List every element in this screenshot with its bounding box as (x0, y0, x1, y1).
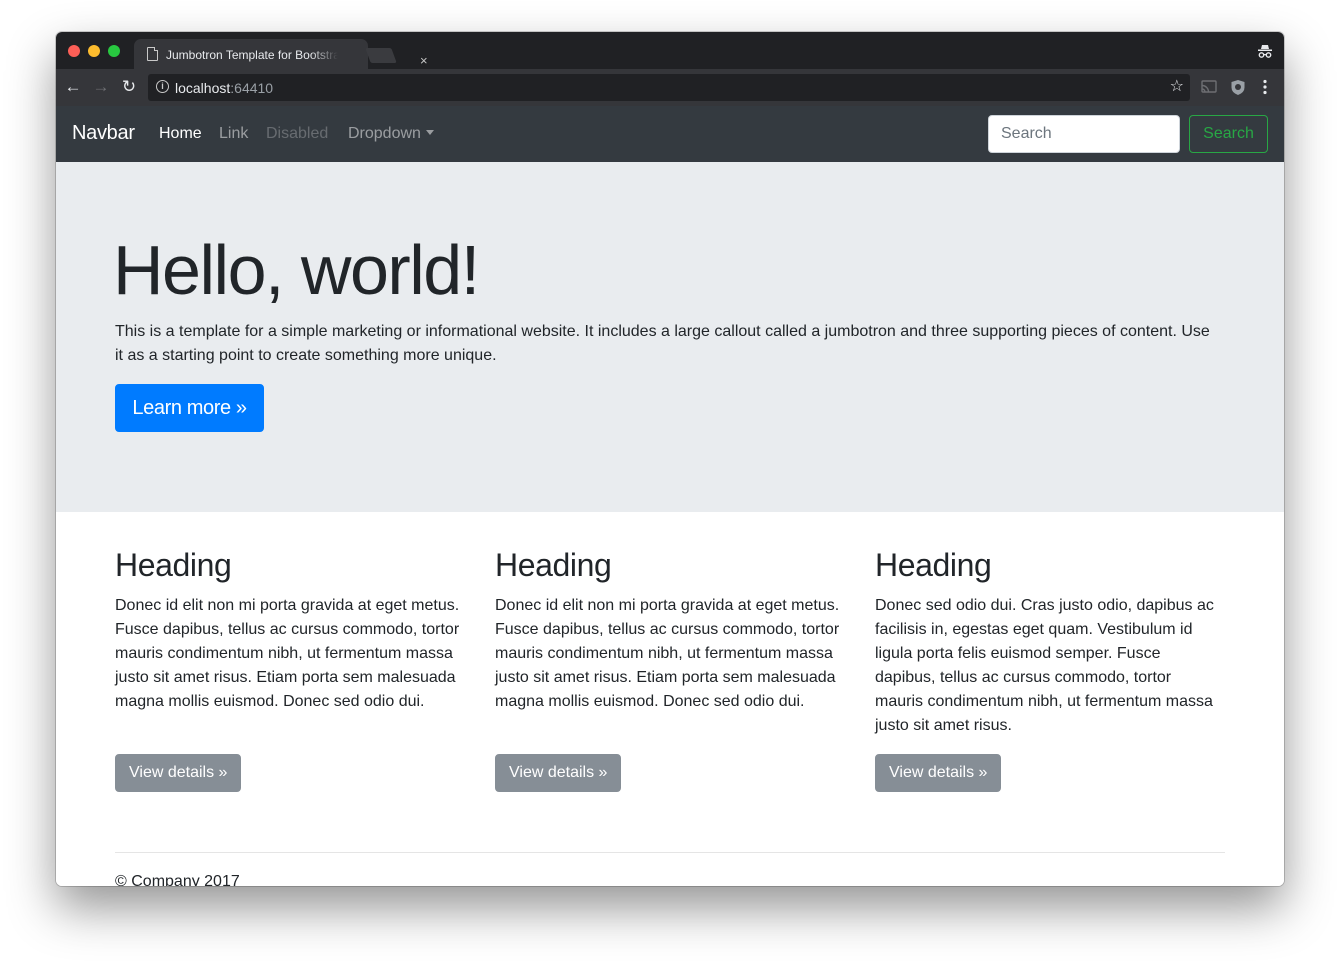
star-icon[interactable]: ☆ (1170, 78, 1184, 96)
browser-window: Jumbotron Template for Bootstrap × ← → ↻… (56, 32, 1284, 886)
back-icon[interactable]: ← (64, 78, 82, 96)
jumbotron: Hello, world! This is a template for a s… (56, 162, 1284, 512)
tab-strip: Jumbotron Template for Bootstrap × (56, 32, 1284, 69)
address-bar[interactable]: i localhost:64410 ☆ (148, 74, 1190, 101)
footer-text: © Company 2017 (115, 873, 240, 886)
reload-icon[interactable]: ↻ (120, 78, 138, 96)
navbar-brand[interactable]: Navbar (72, 121, 135, 145)
nav-link-disabled: Disabled (266, 125, 329, 142)
learn-more-button[interactable]: Learn more » (115, 384, 264, 432)
nav-dropdown-label: Dropdown (348, 125, 421, 142)
search-button[interactable]: Search (1189, 115, 1268, 153)
caret-down-icon (425, 130, 434, 135)
minimize-window-button[interactable] (88, 45, 100, 57)
url-host: localhost (175, 80, 231, 96)
column-text: Donec id elit non mi porta gravida at eg… (495, 597, 840, 710)
jumbotron-title: Hello, world! (113, 231, 480, 309)
maximize-window-button[interactable] (108, 45, 120, 57)
browser-tab[interactable]: Jumbotron Template for Bootstrap × (134, 39, 428, 69)
navbar: Navbar Home Link Disabled Dropdown Searc… (56, 106, 1284, 162)
extension-icon[interactable] (1230, 79, 1246, 96)
content-column-3: Heading Donec sed odio dui. Cras justo o… (875, 546, 1220, 792)
forward-icon[interactable]: → (92, 78, 110, 96)
content-column-2: Heading Donec id elit non mi porta gravi… (495, 546, 840, 792)
view-details-button[interactable]: View details » (115, 754, 242, 792)
search-input[interactable] (988, 115, 1180, 153)
jumbotron-text: This is a template for a simple marketin… (115, 323, 1210, 364)
url-port: :64410 (230, 80, 274, 96)
nav-link-home[interactable]: Home (159, 124, 202, 144)
browser-toolbar: ← → ↻ i localhost:64410 ☆ (56, 69, 1284, 106)
column-heading: Heading (875, 547, 992, 583)
document-icon (147, 47, 158, 61)
column-heading: Heading (115, 547, 232, 583)
cast-icon[interactable] (1201, 80, 1217, 94)
view-details-button[interactable]: View details » (875, 754, 1002, 792)
url-text[interactable]: localhost:64410 (175, 79, 273, 97)
column-text: Donec id elit non mi porta gravida at eg… (115, 597, 460, 710)
menu-icon[interactable] (1262, 79, 1268, 95)
nav-link-link[interactable]: Link (219, 124, 248, 144)
tab-title: Jumbotron Template for Bootstrap (166, 48, 338, 62)
incognito-icon (1258, 45, 1272, 58)
column-text: Donec sed odio dui. Cras justo odio, dap… (875, 597, 1214, 734)
content-column-1: Heading Donec id elit non mi porta gravi… (115, 546, 460, 792)
info-icon[interactable]: i (156, 80, 169, 93)
footer-divider (115, 852, 1225, 853)
close-window-button[interactable] (68, 45, 80, 57)
view-details-button[interactable]: View details » (495, 754, 622, 792)
web-page: Navbar Home Link Disabled Dropdown Searc… (56, 106, 1284, 886)
tab-close-icon[interactable]: × (420, 53, 428, 68)
column-heading: Heading (495, 547, 612, 583)
nav-dropdown-toggle[interactable]: Dropdown (348, 124, 434, 144)
new-tab-button[interactable] (365, 48, 397, 63)
